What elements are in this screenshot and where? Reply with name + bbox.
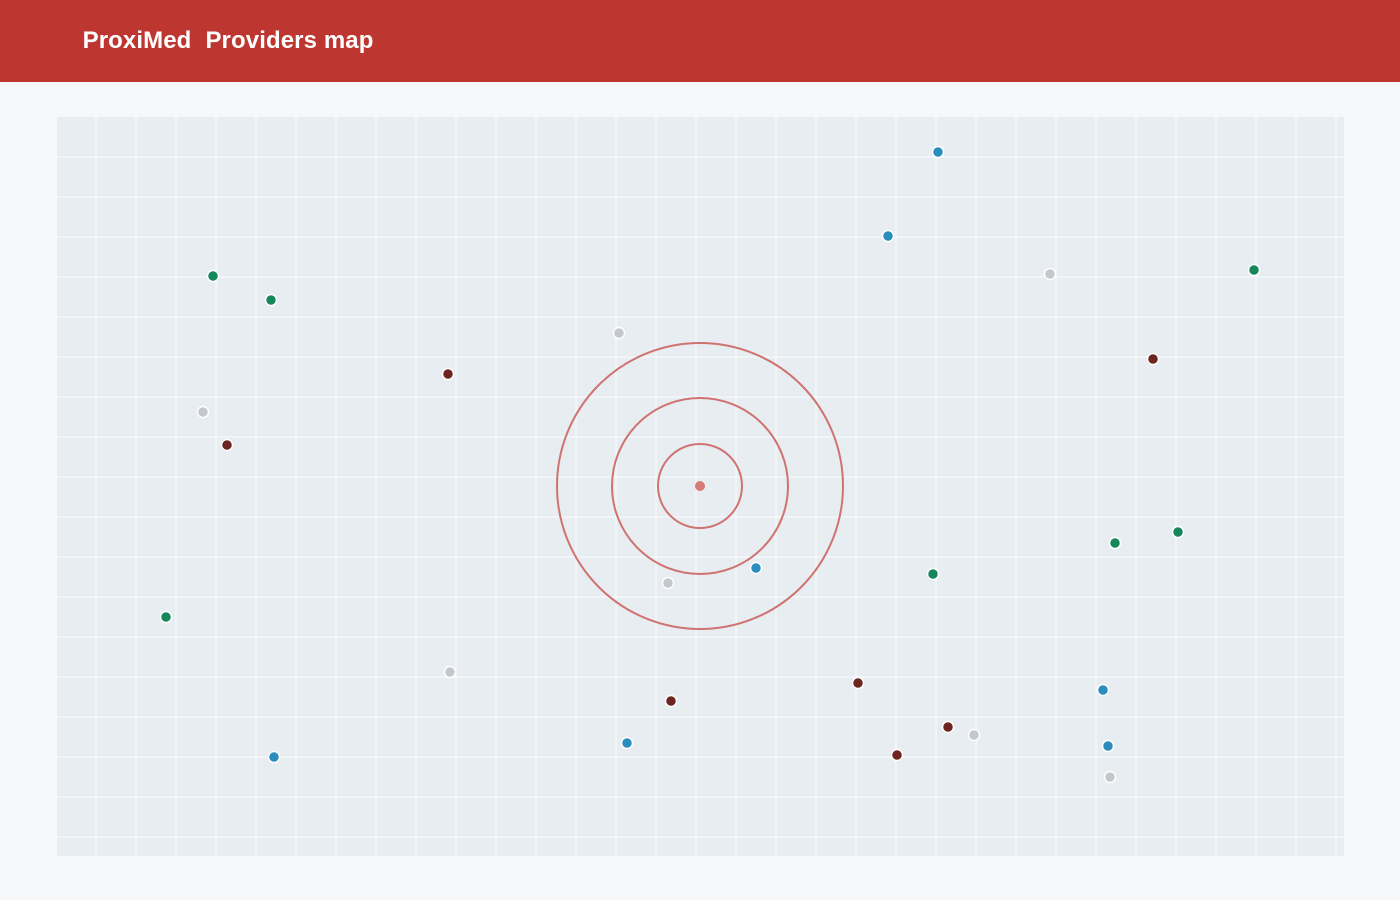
app-window: ProxiMed Providers map	[0, 0, 1400, 900]
provider-marker-blue[interactable]	[931, 145, 945, 159]
provider-marker-gray[interactable]	[443, 665, 457, 679]
provider-marker-maroon[interactable]	[851, 676, 865, 690]
provider-marker-green[interactable]	[1108, 536, 1122, 550]
app-name: ProxiMed	[82, 27, 192, 54]
provider-marker-blue[interactable]	[881, 229, 895, 243]
provider-marker-gray[interactable]	[1103, 770, 1117, 784]
provider-marker-gray[interactable]	[196, 405, 210, 419]
provider-marker-green[interactable]	[159, 610, 173, 624]
map-canvas[interactable]	[57, 117, 1344, 856]
provider-marker-blue[interactable]	[1101, 739, 1115, 753]
provider-marker-green[interactable]	[1171, 525, 1185, 539]
provider-marker-green[interactable]	[1247, 263, 1261, 277]
provider-marker-green[interactable]	[926, 567, 940, 581]
provider-marker-blue[interactable]	[749, 561, 763, 575]
provider-marker-maroon[interactable]	[664, 694, 678, 708]
location-center-icon	[695, 481, 705, 491]
providers-map[interactable]	[57, 117, 1344, 856]
provider-marker-blue[interactable]	[267, 750, 281, 764]
provider-marker-maroon[interactable]	[1146, 352, 1160, 366]
provider-marker-blue[interactable]	[620, 736, 634, 750]
provider-marker-maroon[interactable]	[890, 748, 904, 762]
provider-marker-green[interactable]	[264, 293, 278, 307]
provider-marker-gray[interactable]	[612, 326, 626, 340]
provider-marker-maroon[interactable]	[941, 720, 955, 734]
provider-marker-maroon[interactable]	[441, 367, 455, 381]
provider-marker-gray[interactable]	[967, 728, 981, 742]
provider-marker-gray[interactable]	[1043, 267, 1057, 281]
app-header: ProxiMed Providers map	[0, 0, 1400, 82]
provider-marker-gray[interactable]	[661, 576, 675, 590]
page-title: Providers map	[205, 27, 374, 54]
provider-marker-maroon[interactable]	[220, 438, 234, 452]
provider-marker-green[interactable]	[206, 269, 220, 283]
provider-marker-blue[interactable]	[1096, 683, 1110, 697]
header-title: ProxiMed Providers map	[42, 0, 374, 83]
